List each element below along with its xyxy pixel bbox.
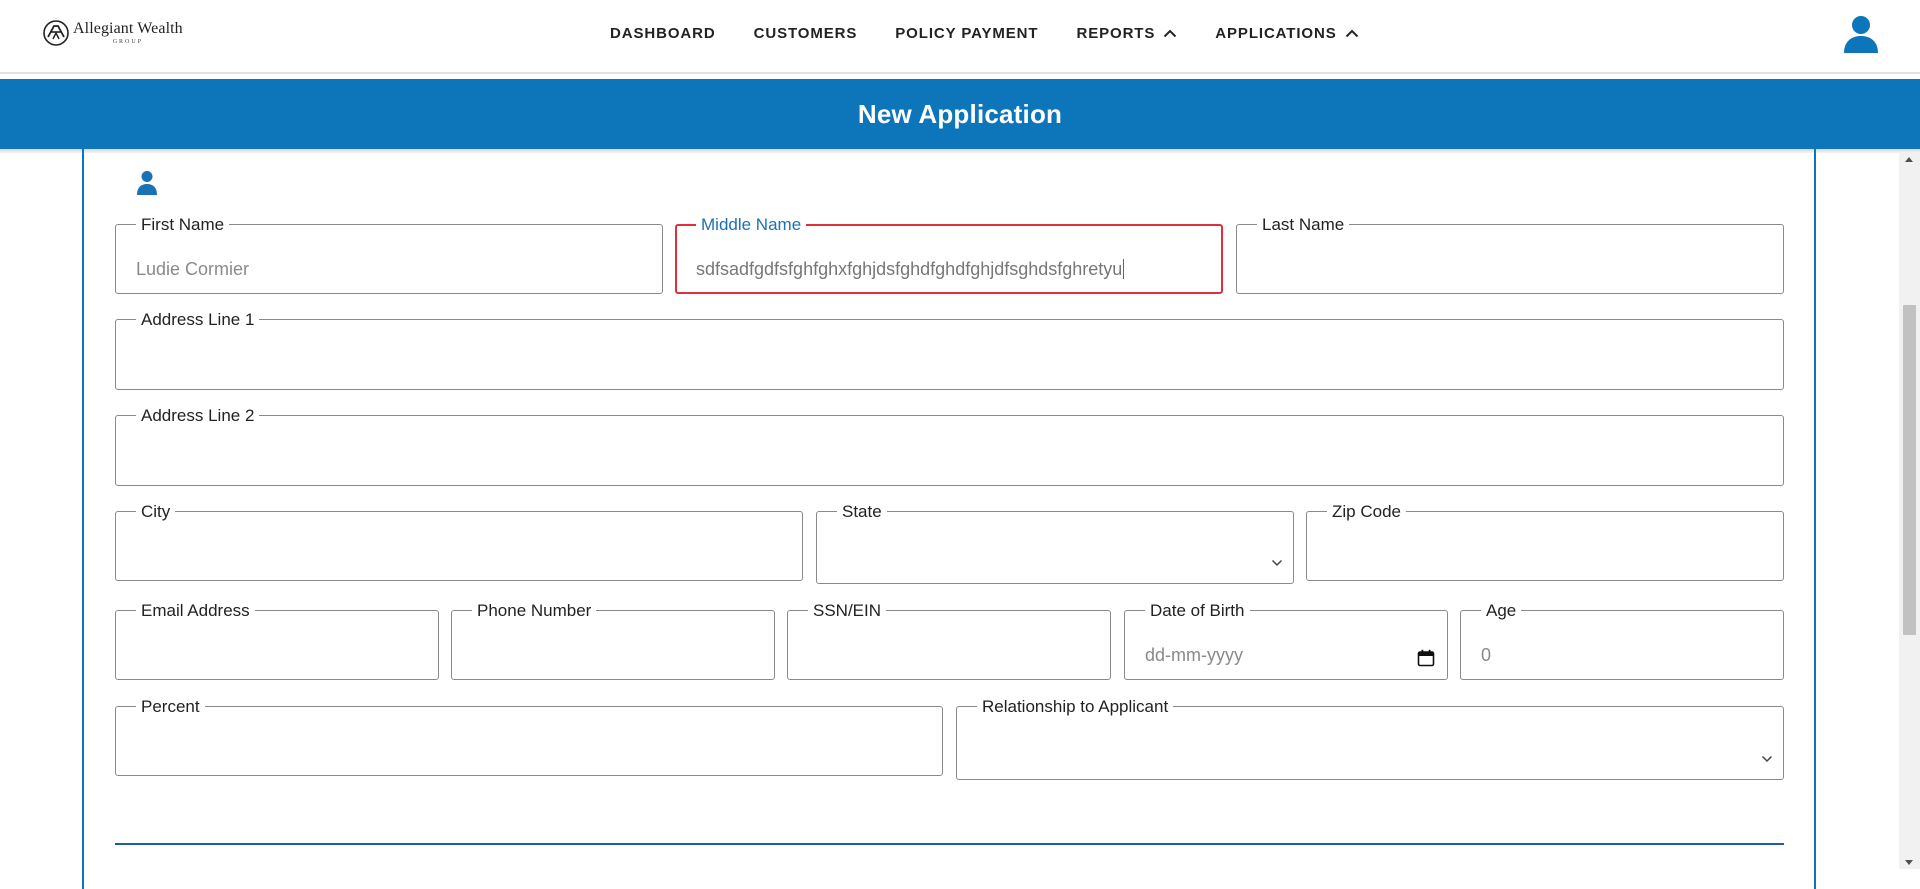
middle-name-value: sdfsadfgdfsfghfghxfghjdsfghdfghdfghjdfsg… <box>696 259 1123 279</box>
zip-code-field[interactable]: Zip Code <box>1306 502 1784 581</box>
nav-policy-payment[interactable]: POLICY PAYMENT <box>895 25 1038 42</box>
nav-dashboard[interactable]: DASHBOARD <box>610 25 716 42</box>
first-name-input[interactable]: Ludie Cormier <box>136 259 249 280</box>
last-name-field[interactable]: Last Name <box>1236 215 1784 294</box>
ssn-ein-label: SSN/EIN <box>808 601 887 621</box>
nav-reports[interactable]: REPORTS <box>1076 25 1177 42</box>
phone-label: Phone Number <box>472 601 597 621</box>
chevron-up-icon <box>1345 29 1358 37</box>
page-scrollbar[interactable] <box>1899 153 1920 869</box>
email-label: Email Address <box>136 601 255 621</box>
nav-dashboard-label: DASHBOARD <box>610 24 716 42</box>
person-icon <box>137 171 157 195</box>
scrollbar-thumb[interactable] <box>1903 305 1916 635</box>
nav-policy-payment-label: POLICY PAYMENT <box>895 24 1039 42</box>
middle-name-label: Middle Name <box>696 215 807 235</box>
nav-applications-label: APPLICATIONS <box>1215 24 1337 42</box>
ssn-ein-field[interactable]: SSN/EIN <box>787 601 1111 680</box>
address-line-1-field[interactable]: Address Line 1 <box>115 310 1784 390</box>
middle-name-input[interactable]: sdfsadfgdfsfghfghxfghjdsfghdfghdfghjdfsg… <box>696 259 1125 280</box>
calendar-icon[interactable] <box>1417 649 1435 667</box>
relationship-label: Relationship to Applicant <box>977 697 1174 717</box>
chevron-down-icon <box>1761 755 1773 763</box>
state-label: State <box>837 502 887 522</box>
page-title: New Application <box>857 98 1063 129</box>
city-field[interactable]: City <box>115 502 803 581</box>
address-line-1-label: Address Line 1 <box>136 310 260 330</box>
chevron-up-icon <box>1164 29 1177 37</box>
percent-label: Percent <box>136 697 205 717</box>
chevron-down-icon <box>1271 559 1283 567</box>
brand-subtitle: GROUP <box>112 39 144 45</box>
scroll-up-arrow-icon[interactable] <box>1905 157 1913 162</box>
zip-code-label: Zip Code <box>1327 502 1406 522</box>
age-input[interactable]: 0 <box>1481 645 1491 666</box>
state-select[interactable]: State <box>816 502 1294 584</box>
date-of-birth-input[interactable]: dd-mm-yyyy <box>1145 645 1243 666</box>
date-of-birth-label: Date of Birth <box>1145 601 1250 621</box>
first-name-field[interactable]: First Name Ludie Cormier <box>115 215 663 294</box>
nav-customers-label: CUSTOMERS <box>753 24 858 42</box>
phone-field[interactable]: Phone Number <box>451 601 775 680</box>
scroll-down-arrow-icon[interactable] <box>1905 860 1913 865</box>
text-cursor <box>1123 259 1125 279</box>
top-navbar: Allegiant Wealth GROUP DASHBOARD CUSTOME… <box>0 0 1920 74</box>
nav-customers[interactable]: CUSTOMERS <box>754 25 858 42</box>
brand-name: Allegiant Wealth <box>73 20 183 37</box>
nav-applications[interactable]: APPLICATIONS <box>1215 25 1358 42</box>
date-of-birth-field[interactable]: Date of Birth dd-mm-yyyy <box>1124 601 1448 680</box>
main-nav: DASHBOARD CUSTOMERS POLICY PAYMENT REPOR… <box>610 23 1359 43</box>
page-header: New Application <box>0 79 1920 149</box>
age-label: Age <box>1481 601 1522 621</box>
percent-field[interactable]: Percent <box>115 697 943 776</box>
address-line-2-label: Address Line 2 <box>136 406 260 426</box>
middle-name-field[interactable]: Middle Name sdfsadfgdfsfghfghxfghjdsfghd… <box>675 215 1223 294</box>
city-label: City <box>136 502 176 522</box>
nav-reports-label: REPORTS <box>1076 24 1156 42</box>
logo-mark-icon <box>43 20 69 46</box>
email-field[interactable]: Email Address <box>115 601 439 680</box>
section-divider <box>115 843 1784 845</box>
user-account-icon[interactable] <box>1842 14 1880 54</box>
last-name-label: Last Name <box>1257 215 1350 235</box>
relationship-select[interactable]: Relationship to Applicant <box>956 697 1784 780</box>
address-line-2-field[interactable]: Address Line 2 <box>115 406 1784 486</box>
first-name-label: First Name <box>136 215 230 235</box>
brand-logo[interactable]: Allegiant Wealth GROUP <box>42 17 183 49</box>
age-field[interactable]: Age 0 <box>1460 601 1784 680</box>
